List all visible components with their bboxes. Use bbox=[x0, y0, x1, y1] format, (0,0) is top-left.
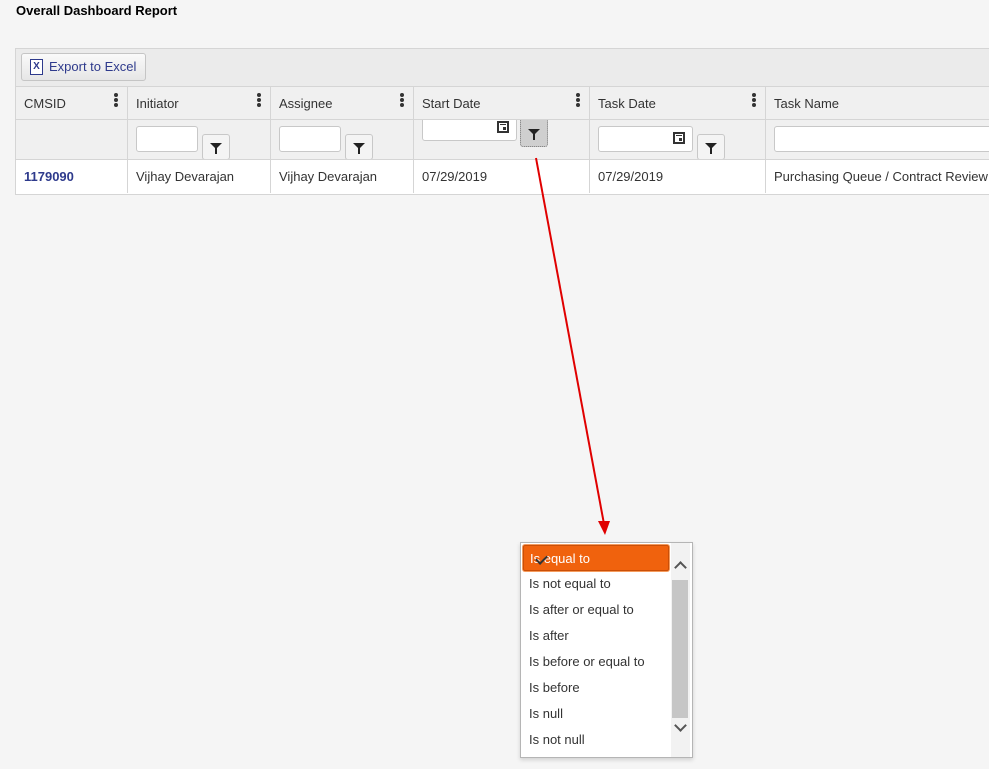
chevron-up-icon[interactable] bbox=[671, 557, 690, 577]
filter-row bbox=[16, 120, 989, 160]
table-row: 1179090 Vijhay Devarajan Vijhay Devaraja… bbox=[16, 160, 989, 193]
filter-icon bbox=[353, 143, 365, 154]
option-label: Is before or equal to bbox=[529, 654, 645, 669]
cell-task-date: 07/29/2019 bbox=[590, 160, 766, 193]
initiator-value: Vijhay Devarajan bbox=[136, 169, 235, 184]
excel-icon: X bbox=[30, 59, 43, 75]
start-date-filter-button[interactable] bbox=[520, 120, 548, 147]
column-header-label: Task Name bbox=[774, 96, 840, 111]
column-header-label: Start Date bbox=[422, 96, 481, 111]
column-header-task-name[interactable]: Task Name bbox=[766, 87, 989, 119]
option-label: Is before bbox=[529, 680, 580, 695]
calendar-icon[interactable] bbox=[673, 132, 685, 144]
annotation-arrow-line bbox=[535, 157, 605, 525]
filter-icon bbox=[705, 143, 717, 154]
task-name-filter-input[interactable] bbox=[774, 126, 989, 152]
dropdown-option-is-before[interactable]: Is before bbox=[523, 675, 669, 701]
column-menu-icon[interactable] bbox=[113, 93, 119, 111]
filter-cell-assignee bbox=[271, 120, 414, 159]
task-date-value: 07/29/2019 bbox=[598, 169, 664, 184]
column-menu-icon[interactable] bbox=[399, 93, 405, 111]
column-header-task-date[interactable]: Task Date bbox=[590, 87, 766, 119]
initiator-filter-button[interactable] bbox=[202, 134, 230, 159]
chevron-down-icon[interactable] bbox=[671, 719, 690, 739]
dropdown-option-is-after[interactable]: Is after bbox=[523, 623, 669, 649]
dropdown-option-is-after-or-equal-to[interactable]: Is after or equal to bbox=[523, 597, 669, 623]
column-header-start-date[interactable]: Start Date bbox=[414, 87, 590, 119]
cell-start-date: 07/29/2019 bbox=[414, 160, 590, 193]
dropdown-option-is-not-equal-to[interactable]: Is not equal to bbox=[523, 571, 669, 597]
column-menu-icon[interactable] bbox=[751, 93, 757, 111]
filter-cell-initiator bbox=[128, 120, 271, 159]
cell-task-name: Purchasing Queue / Contract Review bbox=[766, 160, 989, 193]
column-header-label: Assignee bbox=[279, 96, 333, 111]
filter-cell-start-date bbox=[414, 120, 590, 159]
grid-toolbar: X Export to Excel bbox=[16, 49, 989, 87]
dropdown-option-is-null[interactable]: Is null bbox=[523, 701, 669, 727]
cmsid-link[interactable]: 1179090 bbox=[24, 169, 74, 184]
dropdown-option-is-before-or-equal-to[interactable]: Is before or equal to bbox=[523, 649, 669, 675]
option-label: Is not null bbox=[529, 732, 585, 747]
task-date-filter-button[interactable] bbox=[697, 134, 725, 159]
column-header-assignee[interactable]: Assignee bbox=[271, 87, 414, 119]
option-label: Is after or equal to bbox=[529, 602, 634, 617]
cell-initiator: Vijhay Devarajan bbox=[128, 160, 271, 193]
column-header-row: CMSID Initiator Assignee Start Date Task… bbox=[16, 87, 989, 120]
export-to-excel-button[interactable]: X Export to Excel bbox=[21, 53, 146, 81]
column-header-label: CMSID bbox=[24, 96, 66, 111]
filter-cell-task-name bbox=[766, 120, 989, 159]
filter-icon bbox=[210, 143, 222, 154]
option-label: Is not equal to bbox=[529, 576, 611, 591]
scrollbar-thumb[interactable] bbox=[672, 580, 688, 718]
export-button-label: Export to Excel bbox=[49, 59, 137, 74]
cell-cmsid: 1179090 bbox=[16, 160, 128, 193]
task-name-value: Purchasing Queue / Contract Review bbox=[774, 169, 988, 184]
annotation-arrow-head bbox=[598, 521, 610, 535]
calendar-icon[interactable] bbox=[497, 121, 509, 133]
cell-assignee: Vijhay Devarajan bbox=[271, 160, 414, 193]
option-label: Is null bbox=[529, 706, 563, 721]
column-header-label: Task Date bbox=[598, 96, 656, 111]
assignee-filter-button[interactable] bbox=[345, 134, 373, 159]
dropdown-option-is-equal-to[interactable]: Is equal to bbox=[523, 545, 669, 571]
report-grid: X Export to Excel CMSID Initiator Assign… bbox=[15, 48, 989, 195]
assignee-value: Vijhay Devarajan bbox=[279, 169, 378, 184]
assignee-filter-input[interactable] bbox=[279, 126, 341, 152]
task-date-filter-input[interactable] bbox=[598, 126, 693, 152]
filter-cell-task-date bbox=[590, 120, 766, 159]
start-date-value: 07/29/2019 bbox=[422, 169, 488, 184]
column-header-initiator[interactable]: Initiator bbox=[128, 87, 271, 119]
dropdown-option-is-not-null[interactable]: Is not null bbox=[523, 727, 669, 753]
column-header-label: Initiator bbox=[136, 96, 179, 111]
option-label: Is after bbox=[529, 628, 569, 643]
filter-icon bbox=[528, 129, 540, 140]
column-header-cmsid[interactable]: CMSID bbox=[16, 87, 128, 119]
page-title: Overall Dashboard Report bbox=[16, 3, 178, 18]
filter-cell-cmsid bbox=[16, 120, 128, 159]
start-date-filter-input[interactable] bbox=[422, 120, 517, 141]
initiator-filter-input[interactable] bbox=[136, 126, 198, 152]
column-menu-icon[interactable] bbox=[575, 93, 581, 111]
filter-operator-dropdown[interactable]: Is equal to Is not equal to Is after or … bbox=[520, 542, 693, 758]
column-menu-icon[interactable] bbox=[256, 93, 262, 111]
